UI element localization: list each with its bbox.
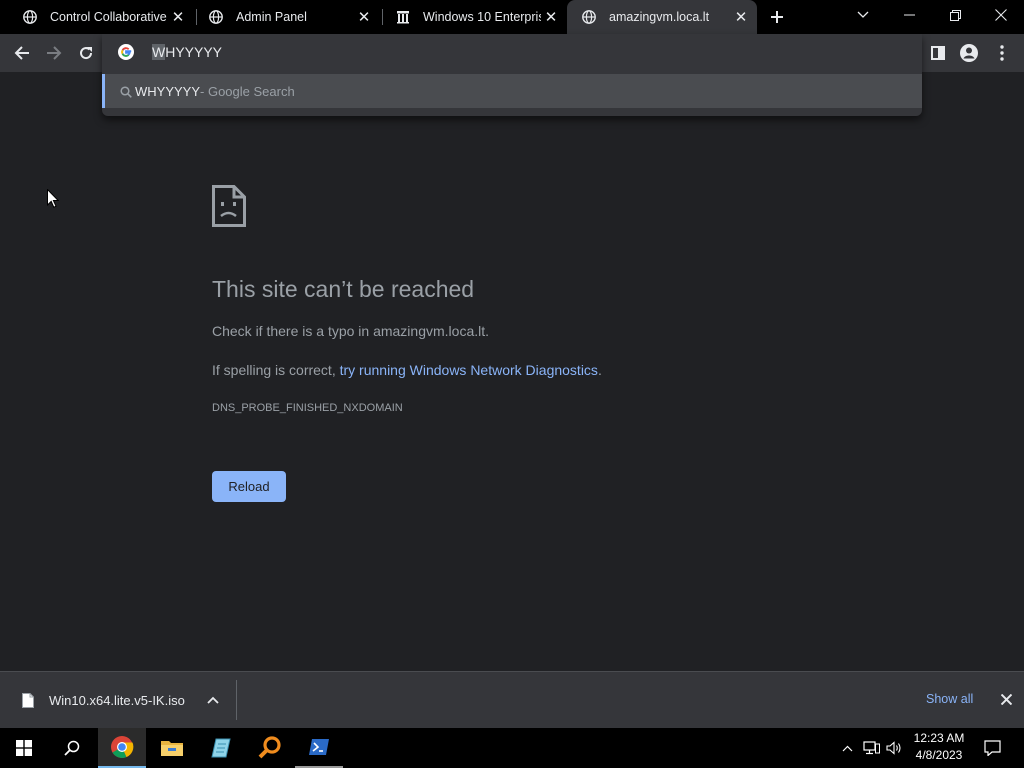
action-center-button[interactable] bbox=[978, 728, 1006, 768]
download-shelf: Win10.x64.lite.v5-IK.iso Show all bbox=[0, 671, 1024, 728]
page-title: This site can’t be reached bbox=[212, 276, 475, 302]
network-tray-button[interactable] bbox=[860, 728, 882, 768]
tab-admin-panel[interactable]: Admin Panel ✕ bbox=[194, 0, 380, 34]
taskbar-file-explorer[interactable] bbox=[148, 728, 196, 768]
close-icon[interactable]: ✕ bbox=[541, 7, 561, 27]
show-hidden-icons-button[interactable] bbox=[838, 728, 856, 768]
tab-title: Windows 10 Enterprise bbox=[423, 10, 541, 24]
tab-title: Control Collaborative V bbox=[50, 10, 168, 24]
speaker-icon bbox=[886, 741, 901, 755]
refresh-icon bbox=[80, 47, 93, 60]
close-window-button[interactable] bbox=[978, 0, 1024, 30]
spelling-hint-suffix: . bbox=[597, 362, 602, 378]
shelf-divider bbox=[236, 680, 237, 720]
profile-button[interactable] bbox=[955, 39, 983, 67]
menu-button[interactable] bbox=[988, 39, 1016, 67]
taskbar-search-tool[interactable] bbox=[246, 728, 294, 768]
taskbar-search-button[interactable] bbox=[48, 728, 96, 768]
suggestion-subtext: - Google Search bbox=[200, 83, 295, 99]
volume-tray-button[interactable] bbox=[884, 728, 904, 768]
plus-icon bbox=[771, 11, 783, 23]
tab-title: amazingvm.loca.lt bbox=[609, 10, 710, 24]
download-file-name[interactable]: Win10.x64.lite.v5-IK.iso bbox=[49, 693, 185, 708]
arrow-left-icon bbox=[14, 46, 29, 60]
start-button[interactable] bbox=[0, 728, 48, 768]
tab-amazingvm[interactable]: amazingvm.loca.lt ✕ bbox=[567, 0, 757, 34]
globe-icon bbox=[208, 9, 224, 25]
typo-hint: Check if there is a typo in amazingvm.lo… bbox=[212, 323, 490, 339]
notepad-icon bbox=[211, 738, 231, 758]
tab-windows-10-enterprise[interactable]: Windows 10 Enterprise ✕ bbox=[381, 0, 567, 34]
tab-title: Admin Panel bbox=[236, 10, 307, 24]
new-tab-button[interactable] bbox=[765, 5, 789, 29]
archive-icon bbox=[395, 9, 411, 25]
back-button[interactable] bbox=[8, 39, 36, 67]
close-icon[interactable]: ✕ bbox=[354, 7, 374, 27]
chevron-up-icon bbox=[207, 696, 219, 704]
file-icon bbox=[22, 693, 34, 713]
clock-time: 12:23 AM bbox=[913, 731, 965, 745]
taskbar-notepad[interactable] bbox=[197, 728, 245, 768]
globe-icon bbox=[581, 9, 597, 25]
close-shelf-button[interactable] bbox=[997, 690, 1015, 708]
address-input[interactable]: WHYYYYY bbox=[152, 41, 222, 63]
google-icon bbox=[118, 44, 134, 65]
arrow-right-icon bbox=[47, 46, 62, 60]
side-panel-icon bbox=[931, 46, 945, 60]
typed-text: HYYYYY bbox=[165, 44, 223, 60]
avatar-icon bbox=[960, 44, 978, 62]
chrome-icon bbox=[111, 736, 134, 758]
autocomplete-selection: W bbox=[152, 44, 166, 60]
chevron-down-icon bbox=[857, 11, 869, 18]
powershell-icon bbox=[309, 739, 329, 755]
taskbar: 12:23 AM 4/8/2023 bbox=[0, 728, 1024, 768]
taskbar-chrome[interactable] bbox=[98, 728, 146, 768]
close-icon[interactable]: ✕ bbox=[731, 7, 751, 27]
error-code: DNS_PROBE_FINISHED_NXDOMAIN bbox=[212, 402, 403, 414]
magnifier-app-icon bbox=[258, 736, 281, 759]
search-icon bbox=[120, 85, 132, 103]
forward-button[interactable] bbox=[40, 39, 68, 67]
folder-icon bbox=[161, 741, 183, 756]
side-panel-button[interactable] bbox=[924, 39, 952, 67]
windows-logo-icon bbox=[16, 740, 32, 756]
close-icon bbox=[1000, 693, 1012, 705]
minimize-icon bbox=[903, 14, 915, 16]
suggestion-text: WHYYYYY bbox=[135, 83, 201, 99]
close-icon[interactable]: ✕ bbox=[168, 7, 188, 27]
restore-button[interactable] bbox=[932, 0, 978, 30]
tab-control-collaborative[interactable]: Control Collaborative V ✕ bbox=[8, 0, 194, 34]
sad-page-icon bbox=[212, 185, 246, 232]
notification-icon bbox=[983, 740, 1001, 756]
mouse-cursor-icon bbox=[47, 188, 60, 213]
close-icon bbox=[995, 9, 1007, 21]
search-icon bbox=[64, 740, 80, 756]
download-options-button[interactable] bbox=[205, 691, 221, 709]
show-all-button[interactable]: Show all bbox=[926, 692, 973, 706]
network-icon bbox=[862, 741, 880, 755]
restore-icon bbox=[949, 9, 961, 21]
network-diagnostics-link[interactable]: try running Windows Network Diagnostics bbox=[340, 362, 598, 378]
system-clock[interactable]: 12:23 AM 4/8/2023 bbox=[908, 730, 970, 764]
omnibox[interactable]: WHYYYYY WHYYYYY - Google Search bbox=[102, 34, 922, 116]
chevron-up-icon bbox=[842, 745, 852, 751]
globe-icon bbox=[22, 9, 38, 25]
tab-search-button[interactable] bbox=[840, 0, 886, 30]
minimize-button[interactable] bbox=[886, 0, 932, 30]
reload-button[interactable]: Reload bbox=[212, 471, 286, 502]
spelling-hint-prefix: If spelling is correct, bbox=[212, 362, 340, 378]
taskbar-powershell[interactable] bbox=[295, 728, 343, 768]
spelling-hint: If spelling is correct, try running Wind… bbox=[212, 362, 602, 378]
reload-toolbar-button[interactable] bbox=[72, 39, 100, 67]
kebab-menu-icon bbox=[1000, 45, 1004, 61]
clock-date: 4/8/2023 bbox=[915, 748, 963, 762]
omnibox-suggestion[interactable]: WHYYYYY - Google Search bbox=[102, 74, 922, 108]
tab-strip: Control Collaborative V ✕ Admin Panel ✕ … bbox=[0, 0, 1024, 34]
